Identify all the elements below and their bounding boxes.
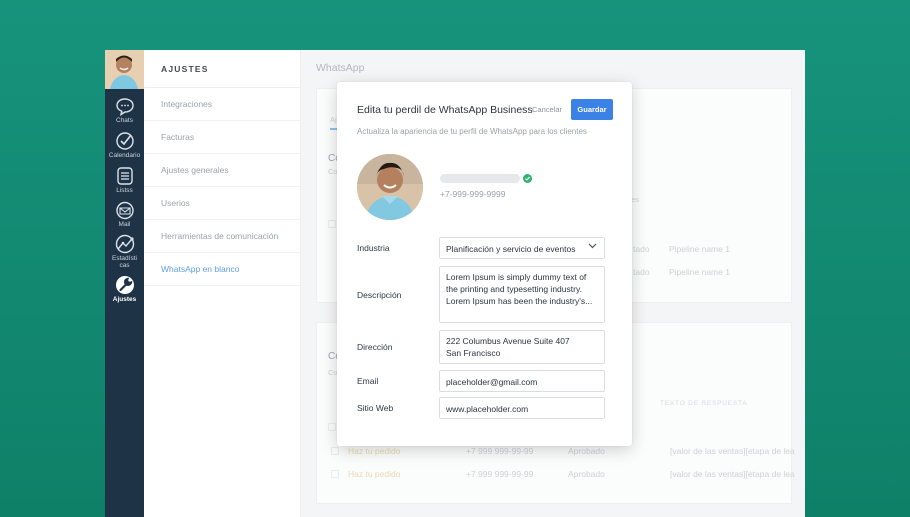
industry-label: Industria — [357, 243, 390, 253]
rail-label: Estadísti cas — [112, 255, 137, 269]
address-textarea[interactable]: 222 Columbus Avenue Suite 407 San Franci… — [439, 330, 605, 364]
description-textarea[interactable]: Lorem Ipsum is simply dummy text of the … — [439, 266, 605, 323]
icon-rail: Chats Calendario Listss Mail Estadísti c… — [105, 50, 144, 517]
rail-estadisticas[interactable]: Estadísti cas — [105, 234, 144, 269]
settings-item-userios[interactable]: Userios — [144, 187, 300, 220]
description-line: the printing and typesetting industry. — [446, 284, 582, 294]
website-field[interactable]: www.placeholder.com — [439, 397, 605, 419]
edit-profile-modal: Edita tu perdil de WhatsApp Business Can… — [337, 82, 632, 446]
website-label: Sitio Web — [357, 403, 394, 413]
rail-listss[interactable]: Listss — [105, 166, 144, 194]
email-field[interactable]: placeholder@gmail.com — [439, 370, 605, 392]
rail-label: Listss — [116, 187, 133, 194]
verified-badge-icon — [523, 174, 532, 183]
address-line: 222 Columbus Avenue Suite 407 — [446, 336, 570, 346]
rail-label: Mail — [118, 221, 131, 228]
address-label: Dirección — [357, 342, 393, 352]
cancel-button[interactable]: Cancelar — [532, 105, 562, 114]
settings-heading: AJUSTES — [144, 50, 300, 88]
settings-item-ajustes-generales[interactable]: Ajustes generales — [144, 154, 300, 187]
description-label: Descripción — [357, 290, 402, 300]
list-icon — [116, 167, 133, 185]
rail-label: Chats — [116, 117, 133, 124]
modal-title: Edita tu perdil de WhatsApp Business — [357, 104, 533, 116]
rail-chats[interactable]: Chats — [105, 97, 144, 124]
stats-icon — [115, 234, 134, 254]
modal-subtitle: Actualiza la apariencia de tu perfil de … — [357, 127, 587, 136]
rail-ajustes[interactable]: Ajustes — [105, 275, 144, 303]
description-line: Lorem Ipsum is simply dummy text of — [446, 272, 587, 282]
profile-phone: +7-999-999-9999 — [440, 189, 506, 199]
industry-select[interactable]: Planificación y servicio de eventos — [439, 237, 605, 259]
settings-item-whatsapp[interactable]: WhatsApp en blanco — [144, 253, 300, 286]
settings-item-facturas[interactable]: Facturas — [144, 121, 300, 154]
rail-label: Ajustes — [112, 296, 137, 303]
profile-name-placeholder — [440, 174, 520, 183]
user-avatar[interactable] — [105, 50, 144, 89]
chat-icon — [115, 98, 134, 116]
rail-mail[interactable]: Mail — [105, 201, 144, 228]
description-line: Lorem Ipsum has been the industry's... — [446, 296, 593, 306]
wrench-icon — [115, 276, 134, 294]
settings-nav: AJUSTES Integraciones Facturas Ajustes g… — [144, 50, 301, 517]
settings-item-herramientas[interactable]: Herramientas de comunicación — [144, 220, 300, 253]
profile-avatar[interactable] — [357, 154, 423, 220]
address-line: San Francisco — [446, 348, 501, 358]
settings-item-integraciones[interactable]: Integraciones — [144, 88, 300, 121]
mail-icon — [115, 201, 134, 220]
check-circle-icon — [115, 132, 134, 150]
save-button[interactable]: Guardar — [571, 99, 613, 120]
rail-label: Calendario — [108, 152, 141, 159]
email-label: Email — [357, 376, 379, 386]
rail-calendario[interactable]: Calendario — [105, 131, 144, 159]
